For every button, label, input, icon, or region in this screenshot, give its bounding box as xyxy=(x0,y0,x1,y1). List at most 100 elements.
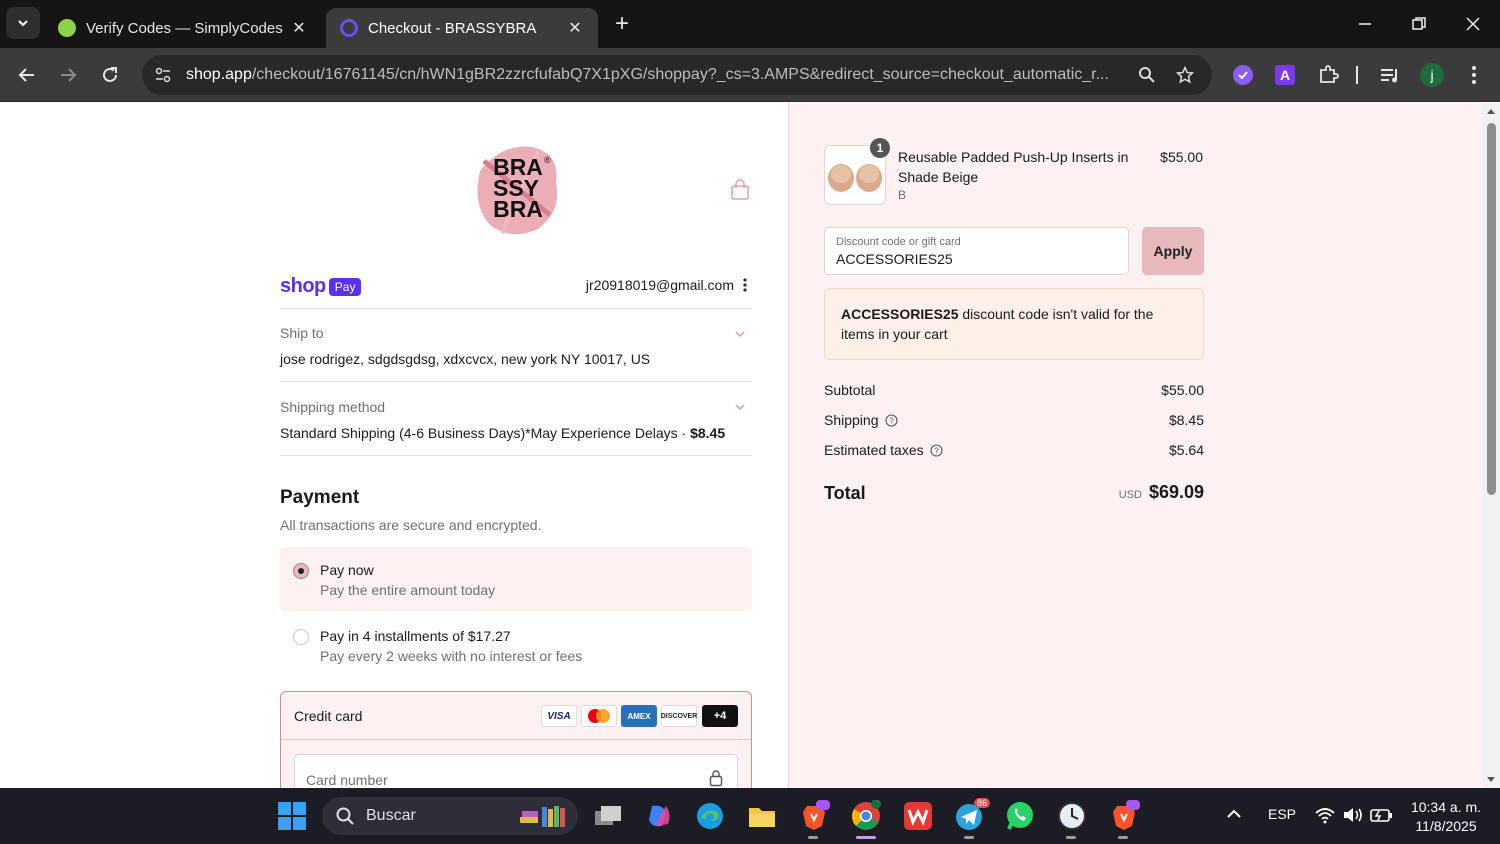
visa-logo-icon: VISA xyxy=(541,705,577,727)
taskbar-search[interactable]: Buscar xyxy=(322,797,578,835)
volume-icon[interactable] xyxy=(1342,806,1364,827)
shop-favicon-icon xyxy=(340,19,358,37)
extensions-puzzle-icon[interactable] xyxy=(1315,62,1341,88)
card-number-placeholder: Card number xyxy=(306,772,388,788)
lock-icon xyxy=(709,769,723,787)
brave-beta-icon[interactable] xyxy=(1108,800,1140,832)
simplycodes-favicon-icon xyxy=(58,19,76,37)
site-info-icon[interactable] xyxy=(148,55,178,95)
more-cards-badge: +4 xyxy=(702,705,738,727)
clock-time: 10:34 a. m. xyxy=(1410,799,1482,815)
chrome-icon[interactable] xyxy=(850,800,882,832)
shipping-method-text: Standard Shipping (4-6 Business Days)*Ma… xyxy=(280,425,691,441)
logo-registered-mark: ® xyxy=(544,155,551,165)
account-email: jr20918019@gmail.com xyxy=(585,277,734,293)
taxes-label-group: Estimated taxes ? xyxy=(824,442,943,458)
clock-app-icon[interactable] xyxy=(1056,800,1088,832)
restore-button[interactable] xyxy=(1404,10,1434,38)
shopping-bag-icon[interactable] xyxy=(730,179,750,201)
bookmark-star-icon[interactable] xyxy=(1170,55,1200,95)
brassybra-logo[interactable]: BRA SSY BRA ® xyxy=(472,141,564,239)
product-variant: B xyxy=(898,188,907,202)
copilot-icon[interactable] xyxy=(643,800,675,832)
svg-text:A: A xyxy=(1280,67,1290,83)
brave-icon[interactable] xyxy=(798,800,830,832)
extension-a-icon[interactable]: A xyxy=(1272,62,1298,88)
help-icon[interactable]: ? xyxy=(884,413,898,427)
shipping-row: Shipping ? $8.45 xyxy=(824,412,1204,432)
tab-checkout[interactable]: Checkout - BRASSYBRA ✕ xyxy=(326,8,598,48)
browser-menu-icon[interactable] xyxy=(1461,62,1487,88)
forward-button[interactable] xyxy=(53,60,83,90)
profile-avatar[interactable]: j xyxy=(1419,62,1445,88)
shipping-method-chevron-icon[interactable] xyxy=(734,400,746,412)
edge-icon[interactable] xyxy=(694,800,726,832)
new-tab-button[interactable]: + xyxy=(608,10,636,38)
tab-title: Checkout - BRASSYBRA xyxy=(368,19,537,37)
telegram-badge: 86 xyxy=(974,798,991,808)
subtotal-row: Subtotal $55.00 xyxy=(824,382,1204,402)
back-button[interactable] xyxy=(12,60,42,90)
help-icon[interactable]: ? xyxy=(930,443,943,457)
payment-heading: Payment xyxy=(280,487,360,508)
total-currency: USD xyxy=(1118,489,1142,501)
tray-chevron-icon[interactable] xyxy=(1226,806,1242,825)
credit-card-header[interactable]: Credit card VISA AMEX DISCOVER +4 xyxy=(281,692,751,740)
pay-now-option[interactable]: Pay now Pay the entire amount today xyxy=(280,547,752,611)
subtotal-label: Subtotal xyxy=(824,382,876,398)
apply-discount-button[interactable]: Apply xyxy=(1142,227,1204,275)
ship-to-address[interactable]: jose rodrigez, sdgdsgdsg, xdxcvcx, new y… xyxy=(280,351,650,367)
windows-start-icon[interactable] xyxy=(278,802,306,830)
total-value: $69.09 xyxy=(1148,482,1204,502)
quantity-badge: 1 xyxy=(870,138,890,158)
reload-button[interactable] xyxy=(95,60,125,90)
scroll-up-icon[interactable] xyxy=(1486,106,1496,116)
close-window-button[interactable] xyxy=(1458,10,1488,38)
close-tab-icon[interactable]: ✕ xyxy=(290,19,308,37)
media-controls-icon[interactable] xyxy=(1377,62,1403,88)
scrollbar-thumb[interactable] xyxy=(1487,123,1496,495)
wps-office-icon[interactable] xyxy=(902,800,934,832)
close-tab-icon[interactable]: ✕ xyxy=(566,19,584,37)
telegram-icon[interactable]: 86 xyxy=(954,798,991,832)
shipping-method-value[interactable]: Standard Shipping (4-6 Business Days)*Ma… xyxy=(280,425,725,441)
tab-search-button[interactable] xyxy=(6,7,40,39)
scroll-down-icon[interactable] xyxy=(1486,775,1496,785)
tab-simplycodes[interactable]: Verify Codes — SimplyCodes ✕ xyxy=(44,8,322,48)
close-icon xyxy=(1466,17,1480,31)
system-clock[interactable]: 10:34 a. m. 11/8/2025 xyxy=(1400,798,1492,836)
pay-now-subtitle: Pay the entire amount today xyxy=(320,582,496,598)
url-host: shop.app xyxy=(186,66,252,83)
order-summary: 1 Reusable Padded Push-Up Inserts in Sha… xyxy=(788,103,1482,788)
ship-to-chevron-icon[interactable] xyxy=(734,327,746,339)
shipping-method-price: $8.45 xyxy=(690,425,726,441)
zoom-icon[interactable] xyxy=(1132,55,1162,95)
page-scrollbar[interactable] xyxy=(1482,103,1500,788)
battery-icon[interactable] xyxy=(1370,806,1394,827)
file-explorer-icon[interactable] xyxy=(746,800,778,832)
minimize-button[interactable] xyxy=(1350,10,1380,38)
tab-title: Verify Codes — SimplyCodes xyxy=(86,19,283,37)
search-icon xyxy=(336,807,354,825)
pay-now-radio[interactable] xyxy=(293,563,309,579)
card-number-field[interactable]: Card number xyxy=(294,754,738,788)
address-bar[interactable]: shop.app/checkout/16761145/cn/hWN1gBR2zz… xyxy=(142,55,1212,95)
whatsapp-icon[interactable] xyxy=(1004,800,1036,832)
pay-installments-radio[interactable] xyxy=(293,629,309,645)
pay-installments-option[interactable]: Pay in 4 installments of $17.27 Pay ever… xyxy=(280,613,752,677)
browser-tab-bar: Verify Codes — SimplyCodes ✕ Checkout - … xyxy=(0,0,1500,48)
task-view-icon[interactable] xyxy=(592,800,624,832)
discount-code-input[interactable]: Discount code or gift card ACCESSORIES25 xyxy=(824,227,1129,275)
credit-card-section: Credit card VISA AMEX DISCOVER +4 Card n… xyxy=(280,691,752,788)
divider xyxy=(280,381,752,382)
checkout-main: BRA SSY BRA ® shop Pay jr20918019@gmail.… xyxy=(0,103,788,788)
taxes-label: Estimated taxes xyxy=(824,442,924,458)
credit-card-label: Credit card xyxy=(294,708,363,724)
divider xyxy=(280,455,752,456)
input-language[interactable]: ESP xyxy=(1268,806,1296,822)
extension-simplycodes-icon[interactable] xyxy=(1230,62,1256,88)
wifi-icon[interactable] xyxy=(1314,806,1336,827)
discover-logo-icon: DISCOVER xyxy=(661,705,697,727)
restore-icon xyxy=(1412,17,1426,30)
account-menu-icon[interactable] xyxy=(740,277,750,293)
